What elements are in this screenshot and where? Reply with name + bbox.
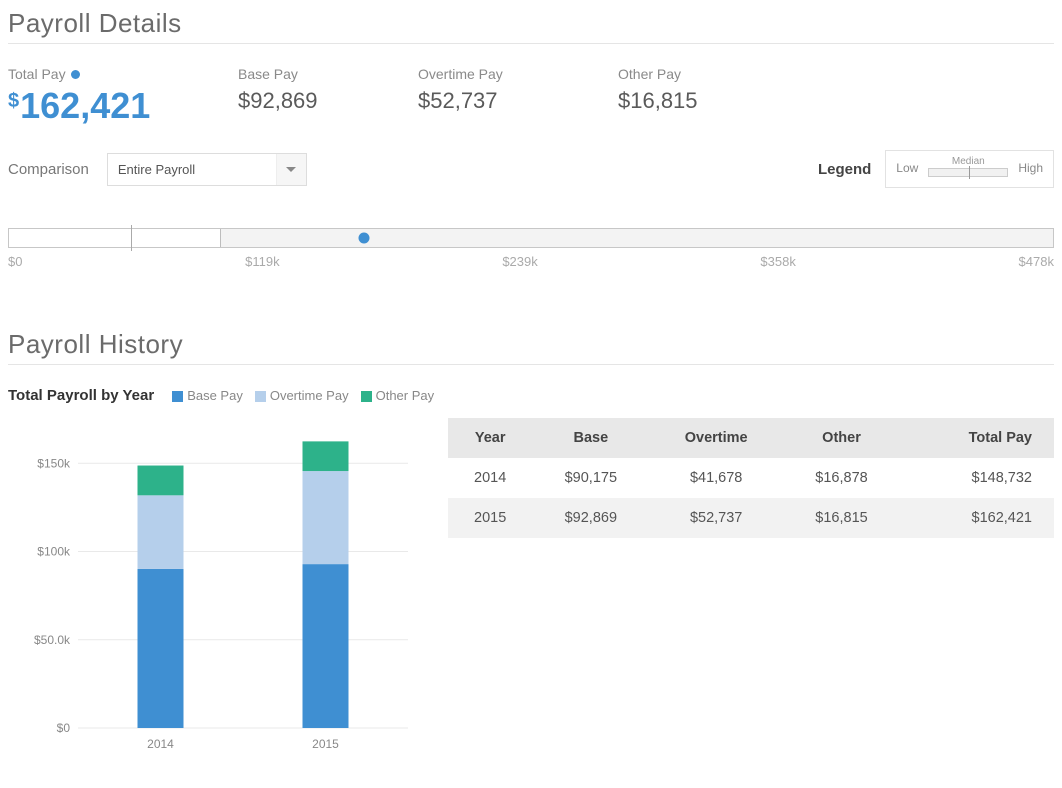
table-cell: $92,869 [532,498,649,538]
table-cell: 2015 [448,498,532,538]
total-pay-value: $162,421 [8,88,208,124]
comparison-row: Comparison Entire Payroll Legend Low Med… [8,150,1054,188]
th-base[interactable]: Base [532,418,649,458]
total-pay-amount: 162,421 [20,85,150,126]
payroll-history-table: Year Base Overtime Other Total Pay 2014$… [448,418,1054,538]
bar-chart-title: Total Payroll by Year [8,387,154,404]
chart-legend-row: Total Payroll by Year Base Pay Overtime … [8,387,1054,404]
legend-high: High [1018,161,1043,175]
table-cell: $52,737 [649,498,783,538]
other-pay-value: $16,815 [618,88,768,114]
table-row: 2015$92,869$52,737$16,815$162,421 [448,498,1054,538]
divider [8,43,1054,44]
comparison-select-value: Entire Payroll [118,162,195,177]
th-overtime[interactable]: Overtime [649,418,783,458]
distribution-ticks: $0 $119k $239k $358k $478k [8,254,1054,269]
legend-ruler-icon: Median [928,157,1008,179]
chevron-down-icon [276,154,306,185]
total-pay-label-text: Total Pay [8,66,66,82]
dist-tick: $358k [760,254,795,269]
comparison-label: Comparison [8,161,89,178]
section-title-payroll-history: Payroll History [8,329,1054,360]
overtime-pay-block: Overtime Pay $52,737 [418,66,588,124]
currency-symbol: $ [8,90,19,112]
table-cell: 2014 [448,458,532,498]
other-pay-label: Other Pay [618,66,768,82]
legend-item-other: Other Pay [361,388,435,403]
svg-text:2015: 2015 [312,737,339,751]
legend-item-overtime: Overtime Pay [255,388,349,403]
svg-text:$100k: $100k [37,545,71,559]
svg-text:2014: 2014 [147,737,174,751]
comparison-select[interactable]: Entire Payroll [107,153,307,186]
table-cell: $41,678 [649,458,783,498]
table-cell: $162,421 [900,498,1054,538]
dist-tick: $478k [1019,254,1054,269]
dist-tick: $0 [8,254,22,269]
section-title-payroll-details: Payroll Details [8,8,1054,39]
other-pay-block: Other Pay $16,815 [618,66,768,124]
base-pay-value: $92,869 [238,88,388,114]
table-row: 2014$90,175$41,678$16,878$148,732 [448,458,1054,498]
total-pay-block: Total Pay $162,421 [8,66,208,124]
dist-tick: $119k [245,254,279,269]
dist-tick: $239k [502,254,537,269]
table-cell: $90,175 [532,458,649,498]
legend-item-base: Base Pay [172,388,243,403]
legend-title: Legend [818,161,871,178]
legend-box: Low Median High [885,150,1054,188]
table-header-row: Year Base Overtime Other Total Pay [448,418,1054,458]
legend-low: Low [896,161,918,175]
th-other[interactable]: Other [783,418,900,458]
base-pay-block: Base Pay $92,869 [238,66,388,124]
th-total[interactable]: Total Pay [900,418,1054,458]
divider [8,364,1054,365]
th-year[interactable]: Year [448,418,532,458]
total-pay-label: Total Pay [8,66,208,82]
stacked-bar-chart[interactable]: $0 $50.0k $100k $150k 2014 2015 [8,418,418,763]
svg-text:$0: $0 [57,721,71,735]
base-pay-label: Base Pay [238,66,388,82]
svg-text:$150k: $150k [37,456,71,470]
overtime-pay-label: Overtime Pay [418,66,588,82]
series-dot-icon [71,70,80,79]
distribution-point-icon [358,233,369,244]
legend-median: Median [952,157,985,167]
overtime-pay-value: $52,737 [418,88,588,114]
distribution-chart[interactable]: $0 $119k $239k $358k $478k [8,228,1054,269]
svg-text:$50.0k: $50.0k [34,633,71,647]
pay-summary-row: Total Pay $162,421 Base Pay $92,869 Over… [8,66,1054,124]
table-cell: $16,878 [783,458,900,498]
table-cell: $148,732 [900,458,1054,498]
table-cell: $16,815 [783,498,900,538]
